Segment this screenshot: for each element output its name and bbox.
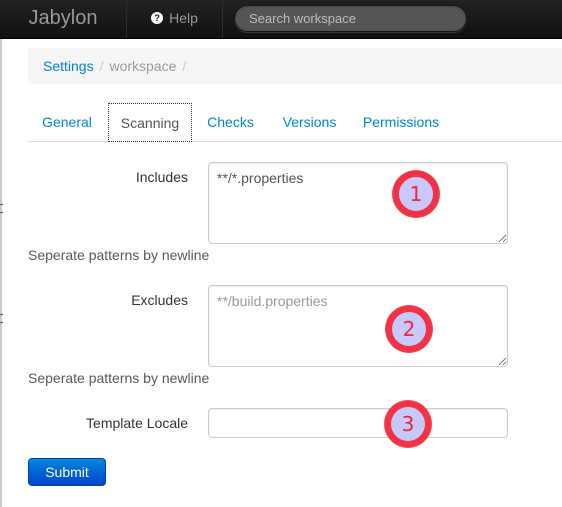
breadcrumb-separator: / bbox=[182, 58, 187, 74]
tab-permissions[interactable]: Permissions bbox=[354, 103, 448, 141]
search-workspace-input[interactable] bbox=[234, 5, 467, 32]
template-locale-label: Template Locale bbox=[86, 415, 188, 431]
tab-general[interactable]: General bbox=[28, 103, 106, 141]
edge-tick bbox=[0, 322, 3, 323]
includes-label: Includes bbox=[135, 169, 188, 185]
template-locale-input[interactable] bbox=[208, 408, 508, 438]
includes-help-text: Seperate patterns by newline bbox=[28, 247, 210, 263]
tab-versions[interactable]: Versions bbox=[271, 103, 348, 141]
edge-tick bbox=[0, 314, 3, 315]
edge-tick bbox=[0, 204, 3, 205]
edge-tick bbox=[0, 212, 3, 213]
breadcrumb-separator: / bbox=[99, 58, 104, 74]
help-label: Help bbox=[169, 10, 198, 26]
window-left-border bbox=[0, 38, 2, 507]
tab-scanning[interactable]: Scanning bbox=[108, 103, 192, 142]
excludes-label: Excludes bbox=[131, 292, 188, 308]
breadcrumb: Settings / workspace / bbox=[28, 48, 562, 84]
submit-button[interactable]: Submit bbox=[28, 458, 106, 486]
breadcrumb-settings-link[interactable]: Settings bbox=[43, 58, 94, 74]
includes-textarea[interactable] bbox=[208, 162, 508, 244]
top-navbar: Jabylon ? Help bbox=[0, 0, 562, 39]
annotation-marker-2: 2 bbox=[386, 306, 432, 352]
annotation-marker-1: 1 bbox=[393, 171, 439, 217]
breadcrumb-workspace: workspace bbox=[109, 58, 177, 74]
question-circle-icon: ? bbox=[151, 12, 164, 24]
excludes-help-text: Seperate patterns by newline bbox=[28, 370, 210, 386]
tab-checks[interactable]: Checks bbox=[194, 103, 267, 141]
help-nav-link[interactable]: ? Help bbox=[127, 0, 223, 38]
excludes-textarea[interactable] bbox=[208, 285, 508, 367]
annotation-marker-3: 3 bbox=[385, 401, 431, 447]
brand-logo-link[interactable]: Jabylon bbox=[0, 0, 127, 38]
settings-tabs: General Scanning Checks Versions Permiss… bbox=[28, 103, 562, 142]
